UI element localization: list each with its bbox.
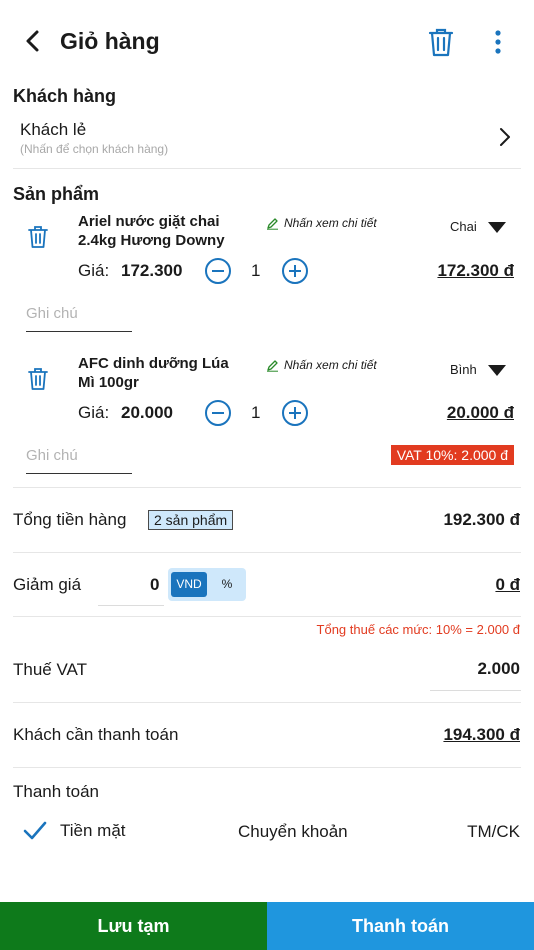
discount-mode-percent[interactable]: % bbox=[212, 572, 242, 597]
tax-summary-note: Tổng thuế các mức: 10% = 2.000 đ bbox=[316, 622, 520, 637]
unit-selector[interactable]: Bình bbox=[448, 361, 514, 381]
unit-label: Chai bbox=[450, 219, 477, 234]
price-label: Giá: bbox=[78, 261, 110, 280]
pencil-icon bbox=[267, 359, 278, 372]
decrease-qty-button[interactable] bbox=[205, 258, 231, 284]
note-underline bbox=[26, 473, 132, 474]
increase-qty-button[interactable] bbox=[282, 400, 308, 426]
unit-label: Bình bbox=[450, 362, 477, 377]
note-input[interactable]: Ghi chú bbox=[26, 305, 78, 322]
product-detail-link[interactable]: Nhấn xem chi tiết bbox=[266, 358, 377, 372]
discount-mode-vnd[interactable]: VND bbox=[171, 572, 207, 597]
product-name: Ariel nước giặt chai 2.4kg Hương Downy bbox=[78, 213, 225, 249]
divider bbox=[13, 487, 521, 488]
note-input[interactable]: Ghi chú bbox=[26, 447, 78, 464]
page-title: Giỏ hàng bbox=[60, 28, 160, 54]
payment-section-title: Thanh toán bbox=[13, 782, 100, 801]
vat-badge: VAT 10%: 2.000 đ bbox=[390, 445, 514, 465]
trash-icon bbox=[428, 28, 454, 57]
more-vertical-icon bbox=[495, 30, 501, 54]
divider bbox=[13, 552, 521, 553]
discount-input-underline bbox=[98, 605, 164, 606]
product-item: AFC dinh dưỡng Lúa Mì 100gr Nhấn xem chi… bbox=[0, 348, 534, 478]
discount-input[interactable]: 0 bbox=[150, 575, 159, 595]
product-item: Ariel nước giặt chai 2.4kg Hương Downy N… bbox=[0, 206, 534, 336]
products-section-title: Sản phẩm bbox=[13, 184, 100, 204]
product-name: AFC dinh dưỡng Lúa Mì 100gr bbox=[78, 355, 229, 391]
pencil-icon bbox=[267, 217, 278, 230]
decrease-qty-button[interactable] bbox=[205, 400, 231, 426]
remove-product-button[interactable] bbox=[26, 224, 50, 250]
clear-cart-button[interactable] bbox=[426, 26, 456, 58]
customer-section-title: Khách hàng bbox=[13, 86, 117, 106]
price-label: Giá: bbox=[78, 403, 110, 422]
divider bbox=[13, 767, 521, 768]
quantity-value[interactable]: 1 bbox=[251, 261, 260, 281]
back-button[interactable] bbox=[18, 26, 48, 56]
line-total: 20.000 đ bbox=[446, 403, 514, 422]
amount-due-label: Khách cần thanh toán bbox=[13, 725, 179, 744]
note-underline bbox=[26, 331, 132, 332]
payment-option-label: Tiền mặt bbox=[60, 821, 126, 840]
line-total: 172.300 đ bbox=[437, 261, 514, 280]
divider bbox=[13, 702, 521, 703]
subtotal-label: Tổng tiền hàng bbox=[13, 510, 127, 529]
payment-option-mixed[interactable]: TM/CK bbox=[467, 822, 520, 842]
customer-hint: (Nhấn để chọn khách hàng) bbox=[20, 142, 169, 156]
payment-option-cash[interactable]: Tiền mặt bbox=[22, 816, 126, 846]
discount-value: 0 đ bbox=[495, 575, 520, 594]
checkmark-icon bbox=[23, 821, 47, 840]
discount-label: Giảm giá bbox=[13, 575, 82, 594]
divider bbox=[13, 168, 521, 169]
increase-qty-button[interactable] bbox=[282, 258, 308, 284]
item-count-badge: 2 sản phẩm bbox=[148, 510, 234, 530]
caret-down-icon bbox=[488, 365, 506, 376]
checkout-button[interactable]: Thanh toán bbox=[267, 902, 534, 950]
divider bbox=[13, 616, 521, 617]
trash-icon bbox=[28, 368, 48, 390]
product-detail-link[interactable]: Nhấn xem chi tiết bbox=[266, 216, 377, 230]
customer-name: Khách lẻ bbox=[20, 120, 87, 139]
remove-product-button[interactable] bbox=[26, 366, 50, 392]
vat-input-underline bbox=[430, 690, 521, 691]
unit-price: 172.300 bbox=[121, 261, 183, 280]
amount-due-value: 194.300 đ bbox=[443, 725, 520, 744]
save-draft-button[interactable]: Lưu tạm bbox=[0, 902, 267, 950]
more-menu-button[interactable] bbox=[488, 28, 508, 58]
trash-icon bbox=[28, 226, 48, 248]
customer-selector[interactable]: Khách lẻ (Nhấn để chọn khách hàng) bbox=[0, 112, 534, 166]
vat-value: 2.000 bbox=[477, 659, 520, 678]
caret-down-icon bbox=[488, 222, 506, 233]
unit-selector[interactable]: Chai bbox=[448, 218, 514, 238]
unit-price: 20.000 bbox=[121, 403, 173, 422]
quantity-value[interactable]: 1 bbox=[251, 403, 260, 423]
discount-mode-toggle[interactable]: VND % bbox=[168, 568, 246, 601]
chevron-left-icon bbox=[26, 30, 39, 52]
subtotal-value: 192.300 đ bbox=[443, 510, 520, 529]
vat-label: Thuế VAT bbox=[13, 660, 88, 679]
chevron-right-icon bbox=[500, 128, 510, 146]
payment-option-transfer[interactable]: Chuyển khoản bbox=[238, 822, 348, 842]
